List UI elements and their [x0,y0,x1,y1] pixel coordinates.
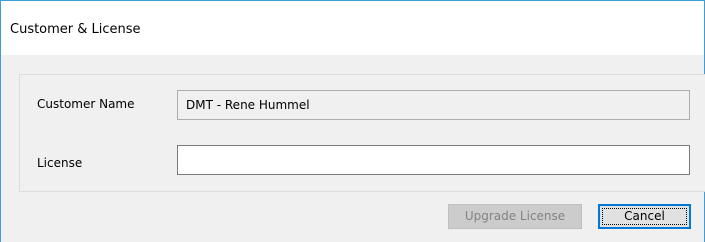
customer-license-dialog: Customer & License Customer Name DMT - R… [0,0,705,242]
window-title: Customer & License [10,22,141,37]
license-input[interactable] [177,145,690,175]
cancel-button[interactable]: Cancel [598,204,691,229]
customer-name-field: DMT - Rene Hummel [177,90,690,120]
cancel-button-label: Cancel [624,209,665,223]
upgrade-license-button[interactable]: Upgrade License [448,204,582,229]
customer-license-group: Customer Name DMT - Rene Hummel License [19,74,705,192]
title-bar: Customer & License [1,1,704,55]
license-label: License [37,156,83,170]
customer-name-label: Customer Name [37,97,135,111]
